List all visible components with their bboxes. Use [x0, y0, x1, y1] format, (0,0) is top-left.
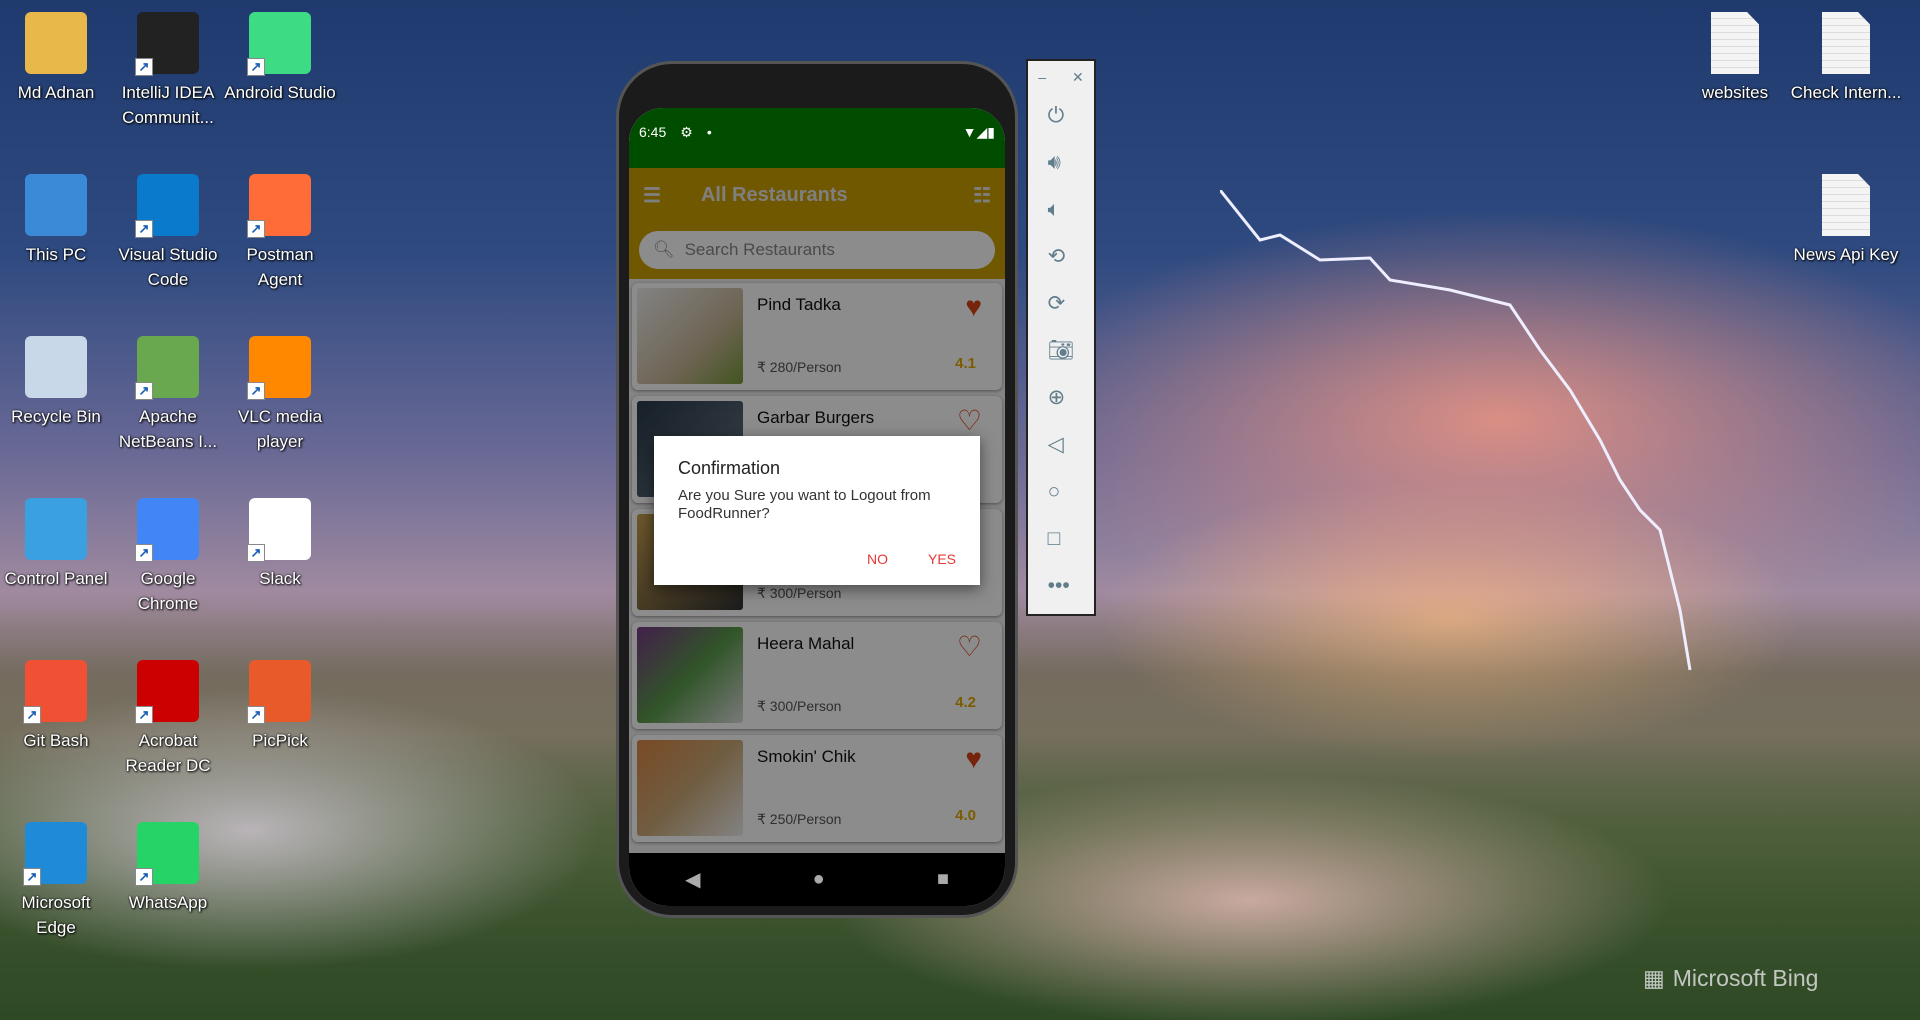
back-icon[interactable]: ◀	[685, 867, 700, 892]
desktop-icon-control-panel[interactable]: Control Panel	[0, 498, 112, 591]
edge-icon: ↗	[23, 822, 87, 886]
git-bash-icon: ↗	[23, 660, 87, 724]
overview-icon[interactable]: □	[1048, 515, 1075, 562]
desktop-icon-netbeans[interactable]: ↗ Apache NetBeans I...	[112, 336, 224, 454]
user-folder-icon	[25, 12, 87, 74]
desktop-icon-edge[interactable]: ↗ Microsoft Edge	[0, 822, 112, 940]
picpick-icon: ↗	[247, 660, 311, 724]
desktop-icon-label: Recycle Bin	[11, 407, 101, 426]
lightning-bolt	[1220, 190, 1692, 671]
control-panel-icon	[25, 498, 87, 560]
power-icon[interactable]: ⏻	[1048, 92, 1075, 139]
desktop-icon-user-folder[interactable]: Md Adnan	[0, 12, 112, 105]
back-icon[interactable]: ◁	[1048, 421, 1075, 468]
desktop-icon-label: websites	[1701, 83, 1769, 102]
desktop-icon-label: Acrobat Reader DC	[125, 731, 211, 775]
desktop-icon-label: IntelliJ IDEA Communit...	[121, 83, 215, 127]
text-file-icon	[1822, 12, 1870, 74]
whatsapp-icon: ↗	[135, 822, 199, 886]
desktop-icon-acrobat[interactable]: ↗ Acrobat Reader DC	[112, 660, 224, 778]
computer-icon	[25, 174, 87, 236]
no-button[interactable]: NO	[867, 551, 888, 567]
home-icon[interactable]: ●	[813, 868, 825, 891]
minimize-icon[interactable]: –	[1038, 69, 1046, 86]
android-nav-bar: ◀ ● ■	[629, 853, 1005, 906]
dialog-message: Are you Sure you want to Logout from Foo…	[678, 487, 931, 522]
desktop-icon-whatsapp[interactable]: ↗ WhatsApp	[112, 822, 224, 915]
desktop-file[interactable]: websites	[1679, 12, 1791, 105]
slack-icon: ↗	[247, 498, 311, 562]
acrobat-icon: ↗	[135, 660, 199, 724]
screenshot-icon[interactable]: 📷︎	[1048, 327, 1075, 374]
status-bar: 6:45 ⚙ • ▼◢▮	[629, 108, 1005, 168]
vscode-icon: ↗	[135, 174, 199, 238]
rotate-left-icon[interactable]: ⟲	[1048, 233, 1075, 280]
desktop-icon-label: Postman Agent	[246, 245, 314, 289]
status-time: 6:45	[639, 124, 667, 140]
desktop-icon-label: Check Intern...	[1790, 83, 1902, 102]
desktop-icon-label: VLC media player	[237, 407, 323, 451]
desktop-icon-vlc[interactable]: ↗ VLC media player	[224, 336, 336, 454]
desktop-icon-git-bash[interactable]: ↗ Git Bash	[0, 660, 112, 753]
desktop-icon-chrome[interactable]: ↗ Google Chrome	[112, 498, 224, 616]
desktop-icon-label: Google Chrome	[137, 569, 199, 613]
desktop-icon-label: Md Adnan	[17, 83, 95, 102]
desktop-file[interactable]: Check Intern...	[1790, 12, 1902, 105]
text-file-icon	[1822, 174, 1870, 236]
desktop-icon-vscode[interactable]: ↗ Visual Studio Code	[112, 174, 224, 292]
volume-down-icon[interactable]: 🔈︎	[1048, 186, 1075, 233]
text-file-icon	[1711, 12, 1759, 74]
volume-up-icon[interactable]: 🔊︎	[1048, 139, 1075, 186]
logout-confirmation-dialog: Confirmation Are you Sure you want to Lo…	[654, 436, 980, 585]
settings-icon: ⚙	[680, 124, 693, 140]
desktop-icon-label: Git Bash	[23, 731, 89, 750]
netbeans-icon: ↗	[135, 336, 199, 400]
bing-watermark: ▦ Microsoft Bing	[1643, 965, 1819, 991]
yes-button[interactable]: YES	[928, 551, 956, 567]
wifi-signal-battery-icon: ▼◢▮	[962, 124, 995, 140]
desktop-icon-label: Apache NetBeans I...	[118, 407, 218, 451]
android-studio-icon: ↗	[247, 12, 311, 76]
desktop-icon-intellij[interactable]: ↗ IntelliJ IDEA Communit...	[112, 12, 224, 130]
desktop-icon-slack[interactable]: ↗ Slack	[224, 498, 336, 591]
emulator-toolbar: – ✕ ⏻ 🔊︎ 🔈︎ ⟲ ⟳ 📷︎ ⊕ ◁ ○ □ •••	[1026, 59, 1096, 616]
desktop-icon-label: Visual Studio Code	[118, 245, 218, 289]
more-icon[interactable]: •••	[1048, 562, 1075, 609]
desktop-icon-label: This PC	[25, 245, 87, 264]
desktop-icon-picpick[interactable]: ↗ PicPick	[224, 660, 336, 753]
postman-icon: ↗	[247, 174, 311, 238]
vlc-icon: ↗	[247, 336, 311, 400]
intellij-icon: ↗	[135, 12, 199, 76]
desktop-icon-postman[interactable]: ↗ Postman Agent	[224, 174, 336, 292]
desktop-icon-computer[interactable]: This PC	[0, 174, 112, 267]
dialog-title: Confirmation	[678, 458, 781, 478]
desktop-icon-label: Android Studio	[224, 83, 336, 102]
desktop-icon-label: Slack	[259, 569, 301, 588]
desktop-icon-label: Microsoft Edge	[21, 893, 91, 937]
desktop-icon-label: News Api Key	[1793, 245, 1899, 264]
desktop-icon-recycle-bin[interactable]: Recycle Bin	[0, 336, 112, 429]
desktop-icon-android-studio[interactable]: ↗ Android Studio	[224, 12, 336, 105]
recents-icon[interactable]: ■	[937, 868, 949, 891]
close-icon[interactable]: ✕	[1072, 69, 1084, 86]
desktop-icon-label: Control Panel	[4, 569, 108, 588]
rotate-right-icon[interactable]: ⟳	[1048, 280, 1075, 327]
home-icon[interactable]: ○	[1048, 468, 1075, 515]
zoom-icon[interactable]: ⊕	[1048, 374, 1075, 421]
recycle-bin-icon	[25, 336, 87, 398]
desktop-icon-label: WhatsApp	[128, 893, 208, 912]
desktop-icon-label: PicPick	[252, 731, 308, 750]
chrome-icon: ↗	[135, 498, 199, 562]
desktop-file[interactable]: News Api Key	[1790, 174, 1902, 267]
